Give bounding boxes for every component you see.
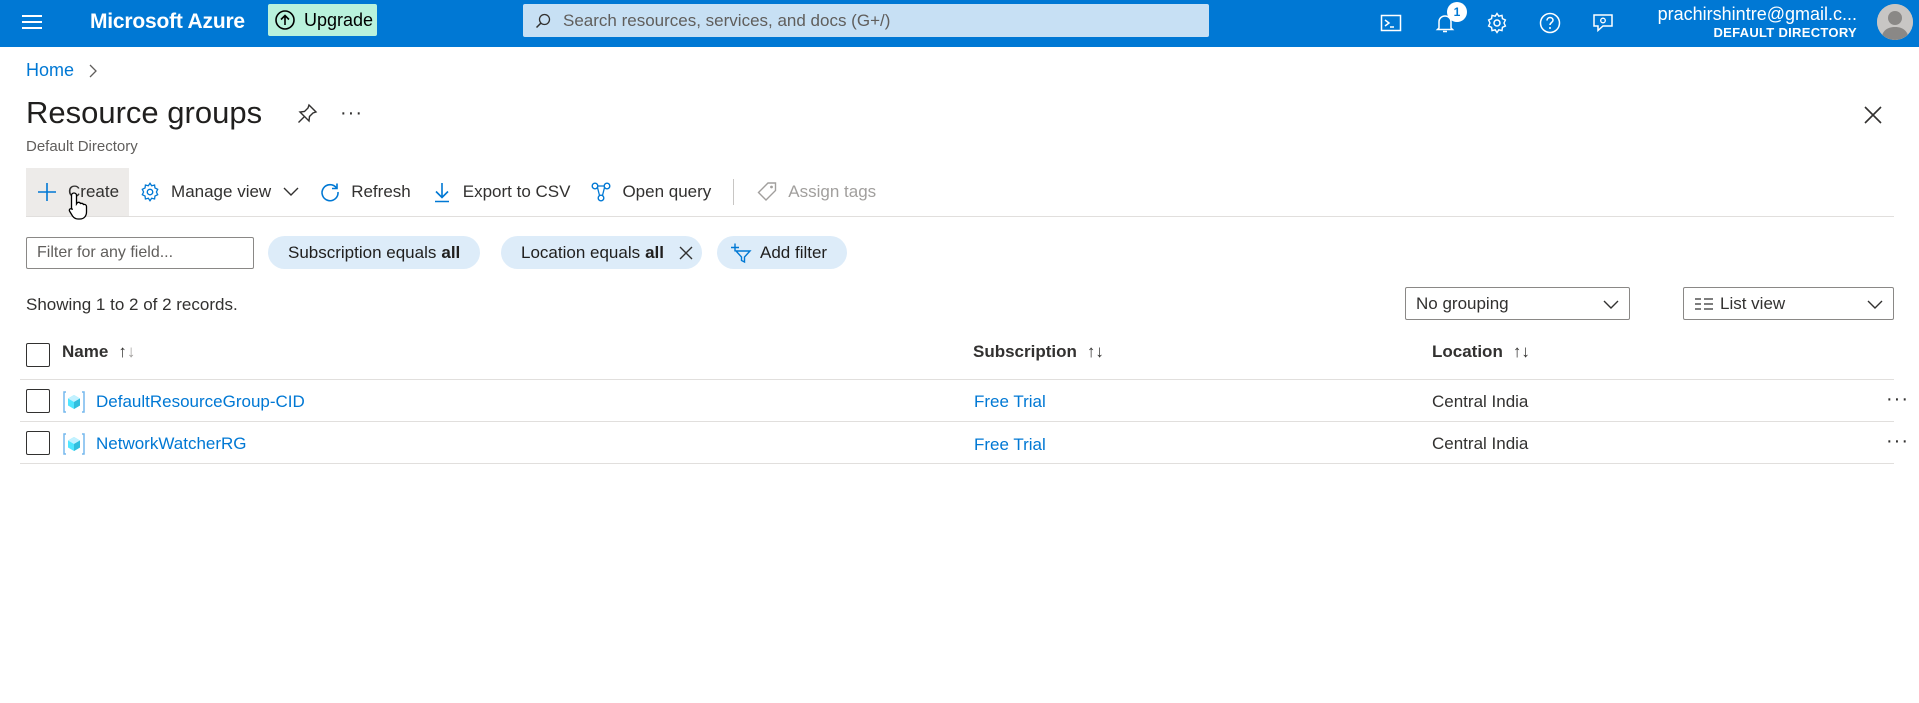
location-cell: Central India [1432, 434, 1529, 453]
toolbar-divider-line [26, 216, 1894, 217]
account-directory: DEFAULT DIRECTORY [1713, 25, 1857, 40]
resource-group-icon [63, 391, 85, 413]
resource-group-name-link[interactable]: NetworkWatcherRG [96, 434, 247, 454]
breadcrumb-home[interactable]: Home [26, 60, 74, 81]
query-icon [591, 182, 611, 202]
open-query-button[interactable]: Open query [580, 168, 721, 216]
more-options-button[interactable]: ··· [340, 102, 363, 125]
assign-tags-label: Assign tags [788, 182, 877, 201]
cloud-shell-button[interactable] [1376, 8, 1406, 38]
help-button[interactable] [1535, 8, 1565, 38]
list-view-icon [1695, 297, 1713, 310]
select-all-checkbox[interactable] [26, 343, 50, 367]
subscription-filter-pill[interactable]: Subscription equals all [268, 236, 481, 269]
view-dropdown[interactable]: List view [1683, 287, 1894, 320]
manage-view-button[interactable]: Manage view [129, 168, 309, 216]
row-checkbox[interactable] [26, 389, 50, 413]
notification-badge: 1 [1447, 2, 1467, 22]
refresh-label: Refresh [351, 182, 411, 201]
add-filter-label: Add filter [760, 242, 828, 262]
sort-icon: ↑↓ [1512, 342, 1530, 361]
column-header-location-label: Location [1432, 342, 1503, 361]
account-email: prachirshintre@gmail.c... [1657, 4, 1857, 24]
manage-view-label: Manage view [171, 182, 272, 201]
row-more-button[interactable]: ··· [1886, 388, 1909, 411]
column-header-location[interactable]: Location ↑↓ [1432, 342, 1530, 362]
chevron-down-icon [283, 187, 299, 196]
avatar[interactable] [1877, 4, 1913, 40]
sort-icon: ↑↓ [118, 342, 136, 361]
assign-tags-button[interactable]: Assign tags [746, 168, 886, 216]
filter-input[interactable] [26, 237, 254, 269]
location-filter-pill[interactable]: Location equals all [501, 236, 702, 269]
resource-group-name-link[interactable]: DefaultResourceGroup-CID [96, 392, 305, 412]
help-icon [1539, 12, 1561, 34]
close-icon[interactable] [678, 245, 694, 261]
grouping-dropdown[interactable]: No grouping [1405, 287, 1630, 320]
search-icon [535, 13, 551, 28]
toolbar-divider [733, 179, 735, 205]
pin-icon[interactable] [296, 103, 318, 125]
add-filter-button[interactable]: Add filter [717, 236, 848, 269]
subscription-link[interactable]: Free Trial [974, 435, 1046, 455]
refresh-icon [321, 183, 340, 202]
export-csv-label: Export to CSV [462, 182, 571, 201]
close-icon[interactable] [1862, 104, 1884, 126]
cloud-shell-icon [1380, 14, 1402, 32]
column-header-subscription-label: Subscription [973, 342, 1077, 361]
account-menu[interactable]: prachirshintre@gmail.c... DEFAULT DIRECT… [1658, 3, 1857, 41]
brand-title[interactable]: Microsoft Azure [90, 10, 245, 34]
row-divider [20, 463, 1894, 464]
records-count: Showing 1 to 2 of 2 records. [26, 295, 238, 314]
view-selected: List view [1720, 293, 1786, 313]
chevron-down-icon [1867, 300, 1883, 309]
settings-button[interactable] [1482, 8, 1512, 38]
menu-icon[interactable] [22, 13, 44, 31]
tag-icon [757, 182, 777, 201]
chevron-down-icon [1603, 300, 1619, 309]
search-box[interactable] [523, 4, 1209, 37]
location-cell: Central India [1432, 392, 1529, 411]
avatar-icon [1877, 4, 1913, 40]
grouping-selected: No grouping [1416, 293, 1509, 313]
notifications-button[interactable]: 1 [1430, 2, 1467, 38]
feedback-icon [1593, 14, 1613, 33]
create-button[interactable]: Create [26, 168, 130, 216]
refresh-button[interactable]: Refresh [309, 168, 421, 216]
column-header-name[interactable]: Name ↑↓ [62, 342, 135, 362]
gear-icon [141, 182, 159, 202]
search-input[interactable] [563, 10, 1203, 31]
column-header-name-label: Name [62, 342, 109, 361]
column-header-subscription[interactable]: Subscription ↑↓ [973, 342, 1104, 362]
breadcrumb: Home [26, 60, 98, 81]
row-checkbox[interactable] [26, 431, 50, 455]
subscription-filter-label: Subscription equals [288, 242, 437, 262]
feedback-button[interactable] [1588, 8, 1618, 38]
export-csv-button[interactable]: Export to CSV [421, 168, 581, 216]
upgrade-label: Upgrade [304, 9, 374, 30]
location-filter-value: all [645, 242, 664, 262]
page-title: Resource groups [26, 95, 263, 130]
download-icon [434, 183, 449, 203]
top-bar: Microsoft Azure Upgrade 1 prachirshintre… [0, 0, 1919, 47]
upgrade-button[interactable]: Upgrade [268, 4, 377, 36]
header-divider [20, 379, 1894, 380]
create-label: Create [68, 182, 120, 201]
row-more-button[interactable]: ··· [1886, 430, 1909, 453]
add-filter-icon [731, 243, 752, 263]
row-divider [20, 421, 1894, 422]
open-query-label: Open query [622, 182, 712, 201]
subscription-filter-value: all [441, 242, 461, 262]
sort-icon: ↑↓ [1086, 342, 1104, 361]
command-bar: Create Manage view Refresh Export to CSV… [26, 168, 886, 216]
resource-group-icon [63, 433, 85, 455]
gear-icon [1487, 12, 1507, 34]
chevron-right-icon [89, 64, 97, 77]
upgrade-arrow-icon [275, 10, 295, 30]
subscription-link[interactable]: Free Trial [974, 392, 1046, 412]
page-subtitle: Default Directory [26, 138, 138, 155]
plus-icon [38, 183, 56, 201]
location-filter-label: Location equals [521, 242, 641, 262]
